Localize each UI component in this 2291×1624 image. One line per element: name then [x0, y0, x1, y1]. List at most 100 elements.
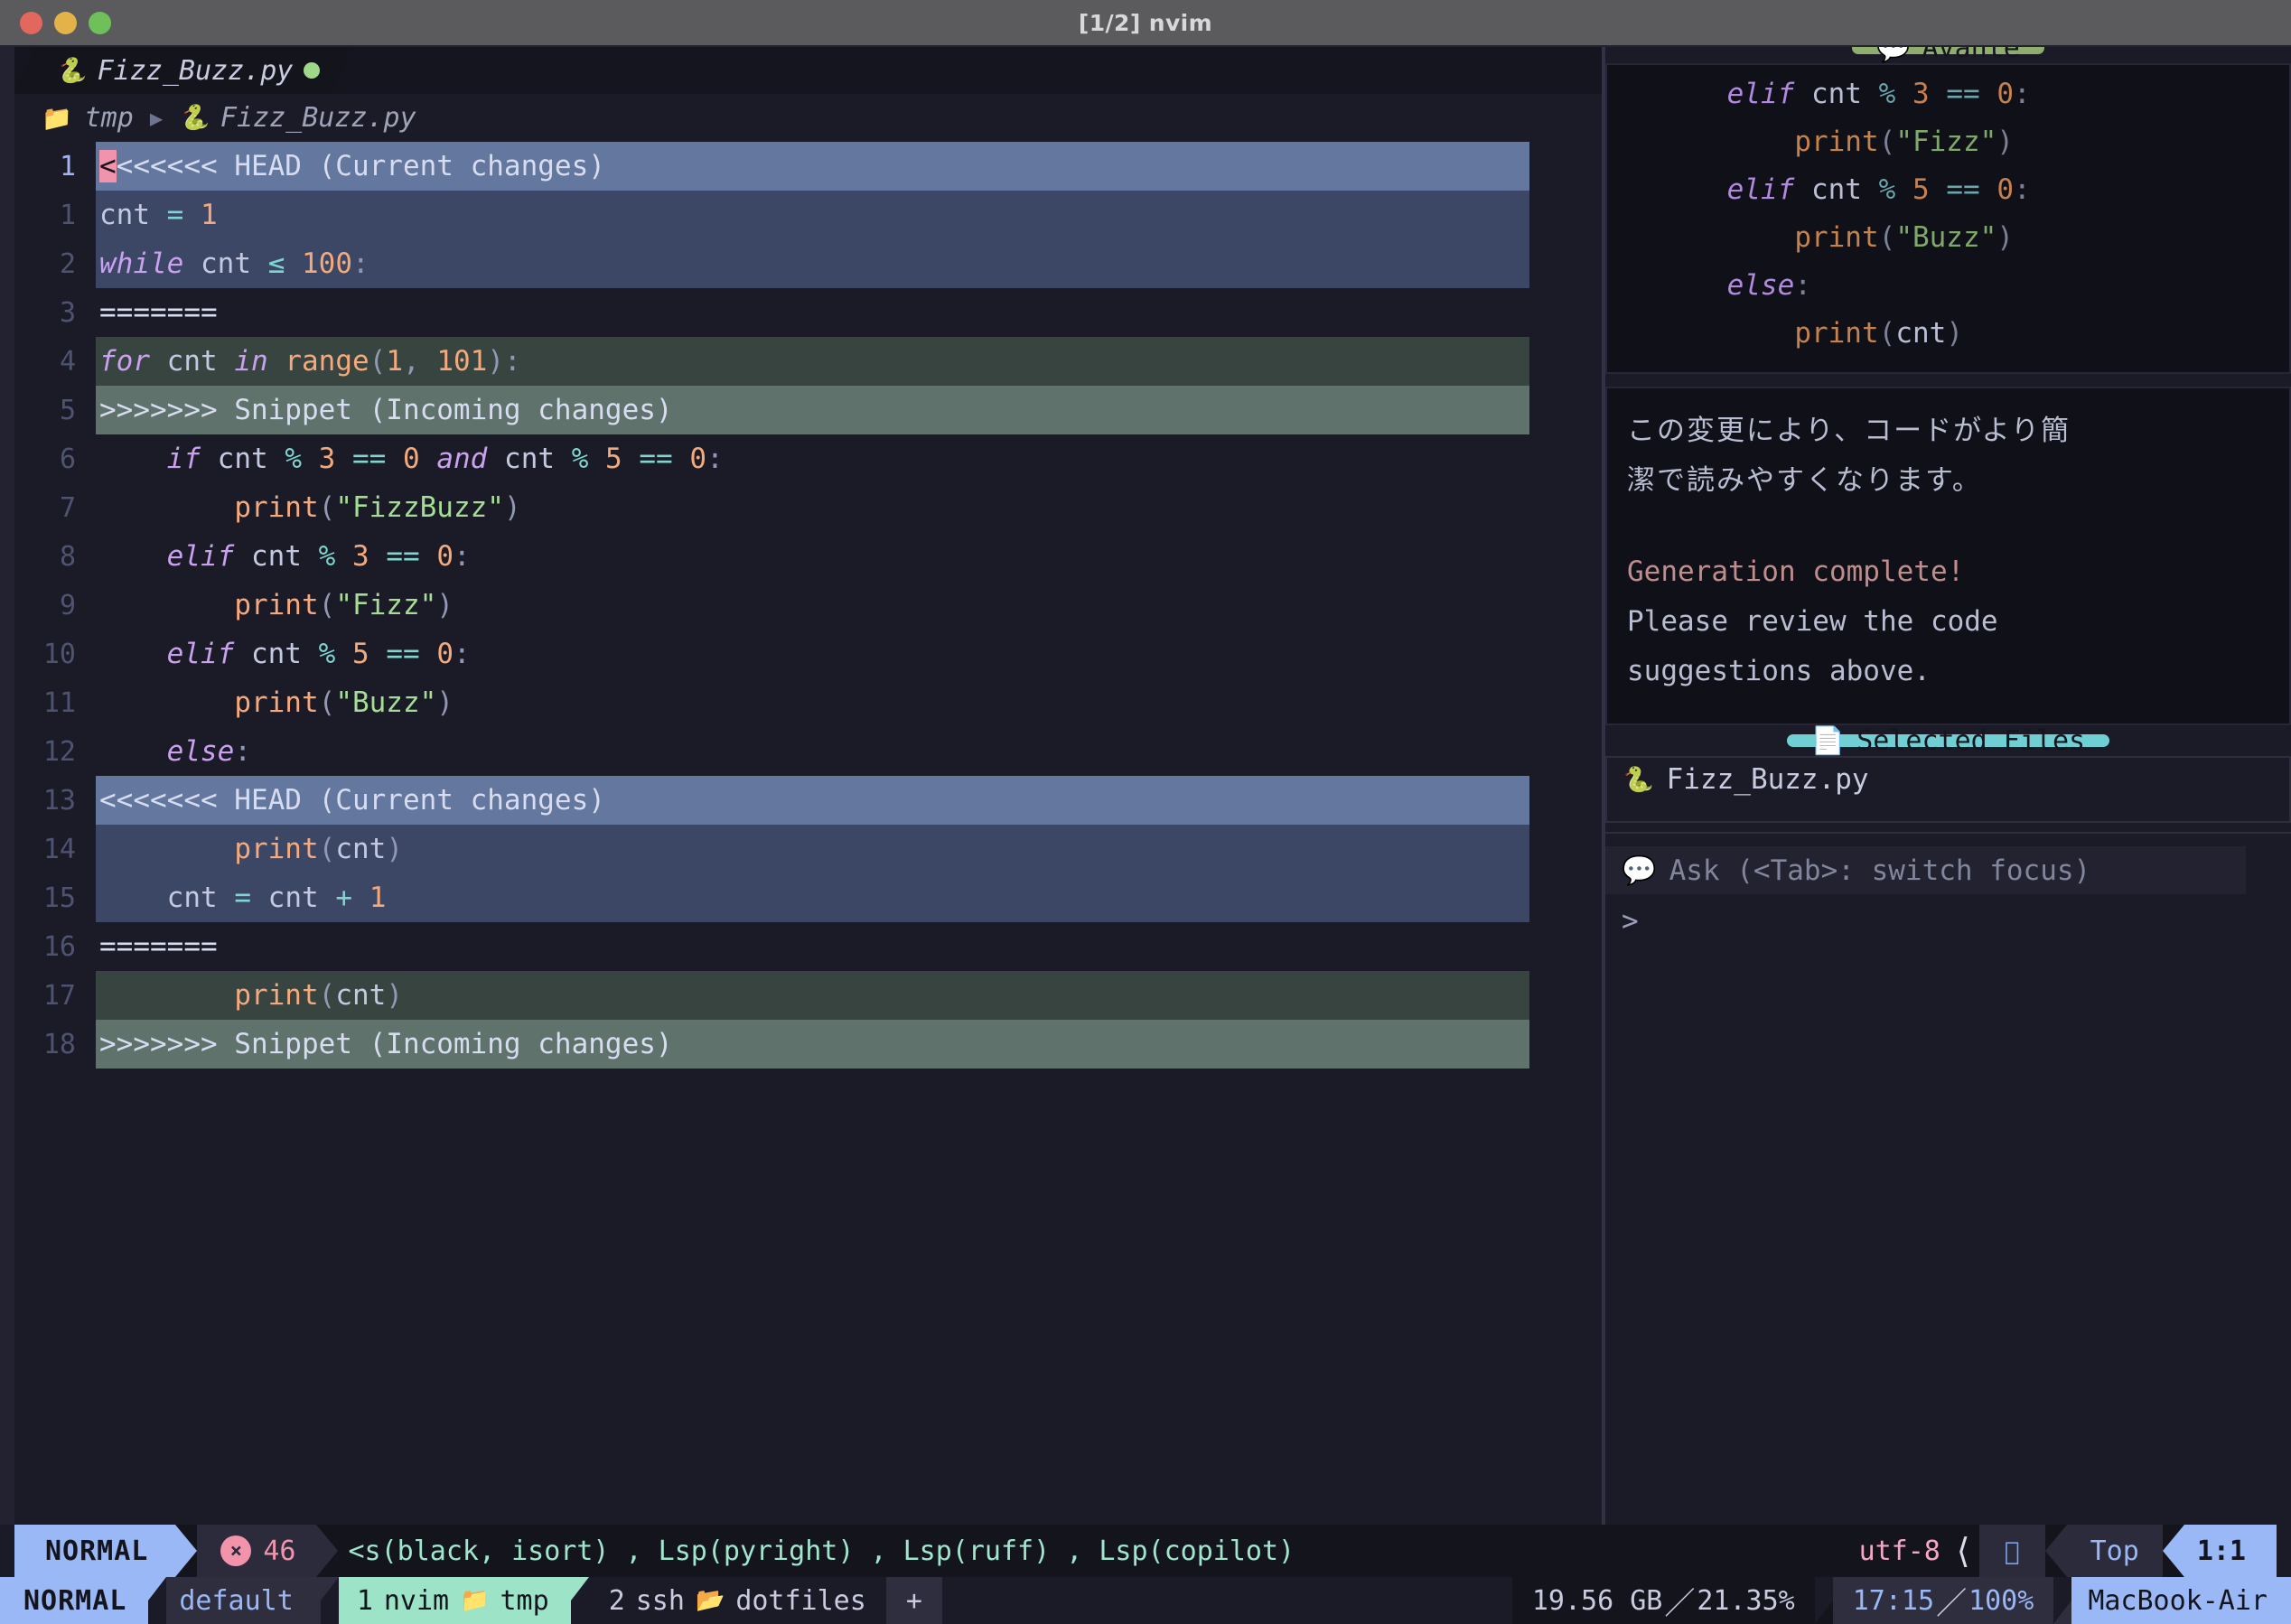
- code-line-text: for cnt in range(1, 101):: [96, 337, 1529, 386]
- tab-fizz-buzz-py[interactable]: 🐍 Fizz_Buzz.py: [14, 47, 351, 94]
- tmux-window-2-path: dotfiles: [735, 1584, 866, 1617]
- avante-code-line: elif cnt % 5 == 0:: [1726, 173, 2031, 206]
- tmux-mode: NORMAL: [0, 1577, 149, 1624]
- tmux-new-window-button[interactable]: +: [885, 1577, 942, 1624]
- line-number: 15: [42, 882, 76, 914]
- error-icon: ×: [220, 1535, 252, 1566]
- code-line-text: =======: [99, 296, 218, 329]
- code-line-text: print("FizzBuzz"): [234, 491, 521, 524]
- statusline-diagnostics[interactable]: × 46: [197, 1525, 316, 1577]
- tmux-memory: 19.56 GB ／ 21.35%: [1511, 1577, 1815, 1624]
- avante-ask-input[interactable]: 💬 Ask (<Tab>: switch focus): [1605, 846, 2246, 894]
- code-line[interactable]: 7 print("FizzBuzz"): [14, 483, 1602, 532]
- code-line-text: >>>>>>> Snippet (Incoming changes): [96, 386, 1529, 434]
- chat-bubble-icon: 💬: [1876, 47, 1911, 64]
- tmux-host-slash: [2053, 1577, 2072, 1624]
- code-line-text: >>>>>>> Snippet (Incoming changes): [96, 1020, 1529, 1069]
- tabline: 🐍 Fizz_Buzz.py: [14, 47, 1602, 94]
- line-number: 11: [42, 686, 76, 719]
- code-line-text: =======: [99, 930, 218, 963]
- statusline-os-arrow: [2044, 1525, 2067, 1577]
- avante-badge: 💬 Avante: [1852, 47, 2044, 64]
- line-number: 8: [59, 540, 76, 573]
- tmux-memory-value: 19.56 GB: [1531, 1584, 1663, 1617]
- avante-code-block: elif cnt % 3 == 0: print("Fizz") elif cn…: [1607, 65, 2289, 372]
- code-line[interactable]: 14 print(cnt): [14, 825, 1602, 873]
- line-number: 1: [59, 199, 76, 231]
- avante-code-line: elif cnt % 3 == 0:: [1726, 78, 2031, 110]
- tmux-window-2[interactable]: 2 ssh 📂 dotfiles: [588, 1577, 886, 1624]
- code-line[interactable]: 3 =======: [14, 288, 1602, 337]
- tmux-window-1-name: nvim: [383, 1584, 450, 1617]
- line-number: 7: [59, 491, 76, 524]
- code-line[interactable]: 9 print("Fizz"): [14, 581, 1602, 630]
- code-line[interactable]: 8 elif cnt % 3 == 0:: [14, 532, 1602, 581]
- code-line[interactable]: 1 cnt = 1: [14, 191, 1602, 239]
- window-title: [1/2] nvim: [1078, 9, 1213, 36]
- statusline-pos-arrow: [2162, 1525, 2184, 1577]
- apple-icon: : [1978, 1525, 2045, 1577]
- code-line[interactable]: 10 elif cnt % 5 == 0:: [14, 630, 1602, 678]
- tmux-divider-icon: ／: [1936, 1585, 1968, 1622]
- avante-code-line: print("Fizz"): [1794, 126, 2014, 158]
- code-line[interactable]: 5 >>>>>>> Snippet (Incoming changes): [14, 386, 1602, 434]
- tmux-mode-slash: [148, 1577, 167, 1624]
- tmux-statusbar: NORMAL default 1 nvim 📁 tmp 2 ssh 📂 dotf…: [0, 1577, 2291, 1624]
- avante-selected-files-section: 📄 Selected Files 🐍 Fizz_Buzz.py: [1605, 725, 2291, 823]
- line-number: 4: [59, 345, 76, 378]
- avante-badge-label: Avante: [1922, 47, 2020, 64]
- code-line-text: else:: [166, 735, 251, 768]
- file-icon: 📄: [1810, 724, 1846, 757]
- code-line[interactable]: 4 for cnt in range(1, 101):: [14, 337, 1602, 386]
- code-line[interactable]: 1 <<<<<<< HEAD (Current changes): [14, 142, 1602, 191]
- code-line[interactable]: 12 else:: [14, 727, 1602, 776]
- statusline-lsp: <s(black, isort) , Lsp(pyright) , Lsp(ru…: [348, 1535, 1295, 1567]
- code-line-text: print("Fizz"): [234, 589, 454, 621]
- breadcrumb-file[interactable]: Fizz_Buzz.py: [220, 102, 416, 134]
- code-line[interactable]: 11 print("Buzz"): [14, 678, 1602, 727]
- selected-file-name: Fizz_Buzz.py: [1666, 763, 1869, 796]
- code-line-text: <<<<<<< HEAD (Current changes): [96, 776, 1529, 825]
- code-line-text: if cnt % 3 == 0 and cnt % 5 == 0:: [166, 443, 724, 475]
- avante-ask-placeholder: Ask (<Tab>: switch focus): [1669, 854, 2091, 887]
- folder-open-icon: 📁: [42, 104, 72, 133]
- tmux-window-1-path: tmp: [500, 1584, 549, 1617]
- line-number: 13: [42, 784, 76, 817]
- tmux-session-name: default: [166, 1577, 321, 1624]
- line-number: 2: [59, 247, 76, 280]
- breadcrumb-folder[interactable]: tmp: [85, 102, 134, 134]
- code-line[interactable]: 17 print(cnt): [14, 971, 1602, 1020]
- tmux-clock: 17:15: [1852, 1584, 1935, 1617]
- editor-pane: 🐍 Fizz_Buzz.py 📁 tmp ▶ 🐍 Fizz_Buzz.py 1 <…: [0, 47, 1602, 1525]
- tmux-divider-icon: ／: [1664, 1585, 1696, 1622]
- folder-open-icon: 📁: [460, 1587, 490, 1614]
- avante-input-prompt[interactable]: >: [1605, 894, 2291, 938]
- code-line[interactable]: 16 =======: [14, 922, 1602, 971]
- cursor: <: [99, 150, 117, 182]
- tab-label: Fizz_Buzz.py: [97, 54, 294, 87]
- nvim-body: 🐍 Fizz_Buzz.py 📁 tmp ▶ 🐍 Fizz_Buzz.py 1 <…: [0, 47, 2291, 1525]
- tmux-stats-slash: [1814, 1577, 1833, 1624]
- statusline-mode: NORMAL: [14, 1525, 176, 1577]
- selected-file-row[interactable]: 🐍 Fizz_Buzz.py: [1607, 758, 2289, 821]
- statusline: NORMAL × 46 <s(black, isort) , Lsp(pyrig…: [14, 1525, 2277, 1577]
- code-line-text: print("Buzz"): [234, 686, 454, 719]
- chevron-right-icon: ▶: [149, 105, 164, 131]
- avante-japanese-summary: この変更により、コードがより簡 潔で読みやすくなります。: [1627, 415, 2071, 497]
- code-line[interactable]: 18 >>>>>>> Snippet (Incoming changes): [14, 1020, 1602, 1069]
- tmux-cpu-value: 21.35%: [1697, 1584, 1795, 1617]
- code-line[interactable]: 13 <<<<<<< HEAD (Current changes): [14, 776, 1602, 825]
- code-line[interactable]: 15 cnt = cnt + 1: [14, 873, 1602, 922]
- code-line[interactable]: 6 if cnt % 3 == 0 and cnt % 5 == 0:: [14, 434, 1602, 483]
- text-gap: [1627, 506, 2269, 547]
- tmux-hostname: MacBook-Air: [2071, 1577, 2291, 1624]
- tmux-spacer: [942, 1577, 1512, 1624]
- tmux-clock-battery: 17:15 ／ 100%: [1832, 1577, 2054, 1624]
- selected-files-badge-label: Selected Files: [1856, 724, 2086, 757]
- code-line[interactable]: 2 while cnt ≤ 100:: [14, 239, 1602, 288]
- code-line-text: elif cnt % 3 == 0:: [166, 540, 471, 573]
- avante-code-line: else:: [1726, 269, 1811, 302]
- code-area[interactable]: 1 <<<<<<< HEAD (Current changes) 1 cnt = 12…: [14, 142, 1602, 1525]
- line-number: 10: [42, 638, 76, 670]
- tmux-window-1[interactable]: 1 nvim 📁 tmp: [338, 1577, 571, 1624]
